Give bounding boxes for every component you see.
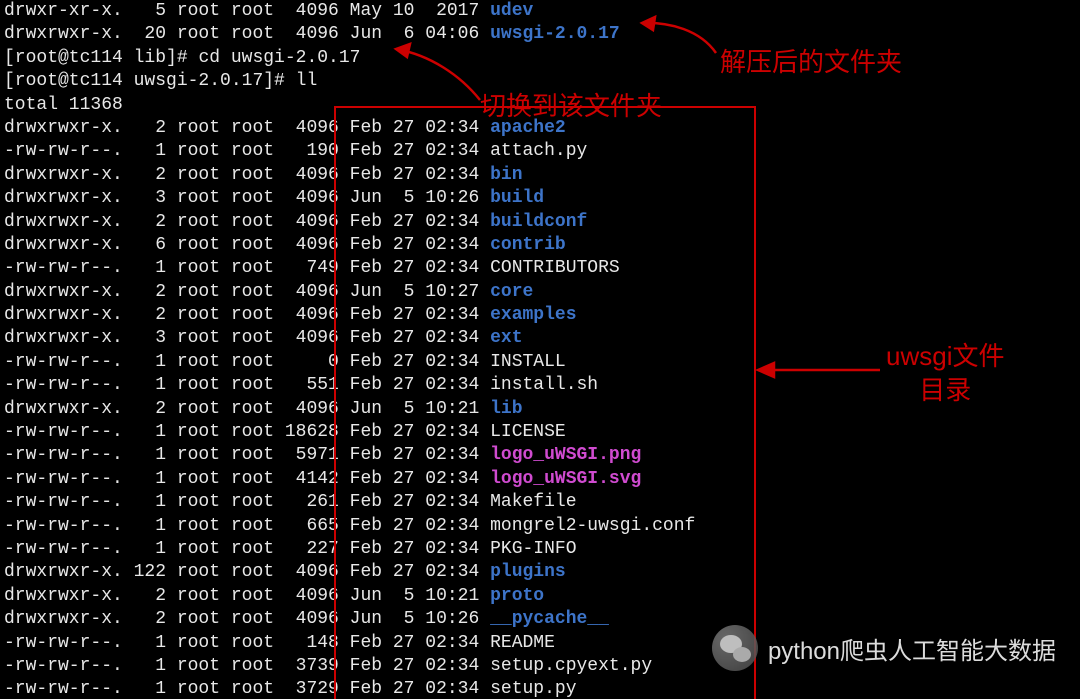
ls-row: drwxrwxr-x. 2 root root 4096 Feb 27 02:3…	[4, 117, 1076, 140]
ls-row: -rw-rw-r--. 1 root root 4142 Feb 27 02:3…	[4, 468, 1076, 491]
ls-row: -rw-rw-r--. 1 root root 665 Feb 27 02:34…	[4, 515, 1076, 538]
watermark: python爬虫人工智能大数据	[712, 625, 1056, 671]
watermark-text: python爬虫人工智能大数据	[768, 631, 1056, 666]
ls-row: drwxrwxr-x. 20 root root 4096 Jun 6 04:0…	[4, 23, 1076, 46]
ls-row: drwxrwxr-x. 2 root root 4096 Feb 27 02:3…	[4, 211, 1076, 234]
ls-row: -rw-rw-r--. 1 root root 5971 Feb 27 02:3…	[4, 444, 1076, 467]
total-line: total 11368	[4, 94, 1076, 117]
ls-row: drwxrwxr-x. 2 root root 4096 Feb 27 02:3…	[4, 164, 1076, 187]
ls-row: drwxrwxr-x. 2 root root 4096 Feb 27 02:3…	[4, 304, 1076, 327]
ls-row: drwxrwxr-x. 3 root root 4096 Feb 27 02:3…	[4, 327, 1076, 350]
ls-row: -rw-rw-r--. 1 root root 3729 Feb 27 02:3…	[4, 678, 1076, 699]
prompt-line: [root@tc114 uwsgi-2.0.17]# ll	[4, 70, 1076, 93]
ls-row: drwxrwxr-x. 2 root root 4096 Jun 5 10:27…	[4, 281, 1076, 304]
ls-row: -rw-rw-r--. 1 root root 749 Feb 27 02:34…	[4, 257, 1076, 280]
ls-row: drwxrwxr-x. 122 root root 4096 Feb 27 02…	[4, 561, 1076, 584]
ls-row: drwxrwxr-x. 2 root root 4096 Jun 5 10:21…	[4, 585, 1076, 608]
ls-row: drwxrwxr-x. 3 root root 4096 Jun 5 10:26…	[4, 187, 1076, 210]
ls-row: drwxr-xr-x. 5 root root 4096 May 10 2017…	[4, 0, 1076, 23]
ls-row: -rw-rw-r--. 1 root root 551 Feb 27 02:34…	[4, 374, 1076, 397]
terminal-output: drwxr-xr-x. 5 root root 4096 May 10 2017…	[0, 0, 1080, 699]
ls-row: -rw-rw-r--. 1 root root 261 Feb 27 02:34…	[4, 491, 1076, 514]
ls-row: -rw-rw-r--. 1 root root 227 Feb 27 02:34…	[4, 538, 1076, 561]
ls-row: -rw-rw-r--. 1 root root 0 Feb 27 02:34 I…	[4, 351, 1076, 374]
ls-row: drwxrwxr-x. 6 root root 4096 Feb 27 02:3…	[4, 234, 1076, 257]
wechat-icon	[712, 625, 758, 671]
ls-row: -rw-rw-r--. 1 root root 18628 Feb 27 02:…	[4, 421, 1076, 444]
prompt-line: [root@tc114 lib]# cd uwsgi-2.0.17	[4, 47, 1076, 70]
ls-row: -rw-rw-r--. 1 root root 190 Feb 27 02:34…	[4, 140, 1076, 163]
ls-row: drwxrwxr-x. 2 root root 4096 Jun 5 10:21…	[4, 398, 1076, 421]
